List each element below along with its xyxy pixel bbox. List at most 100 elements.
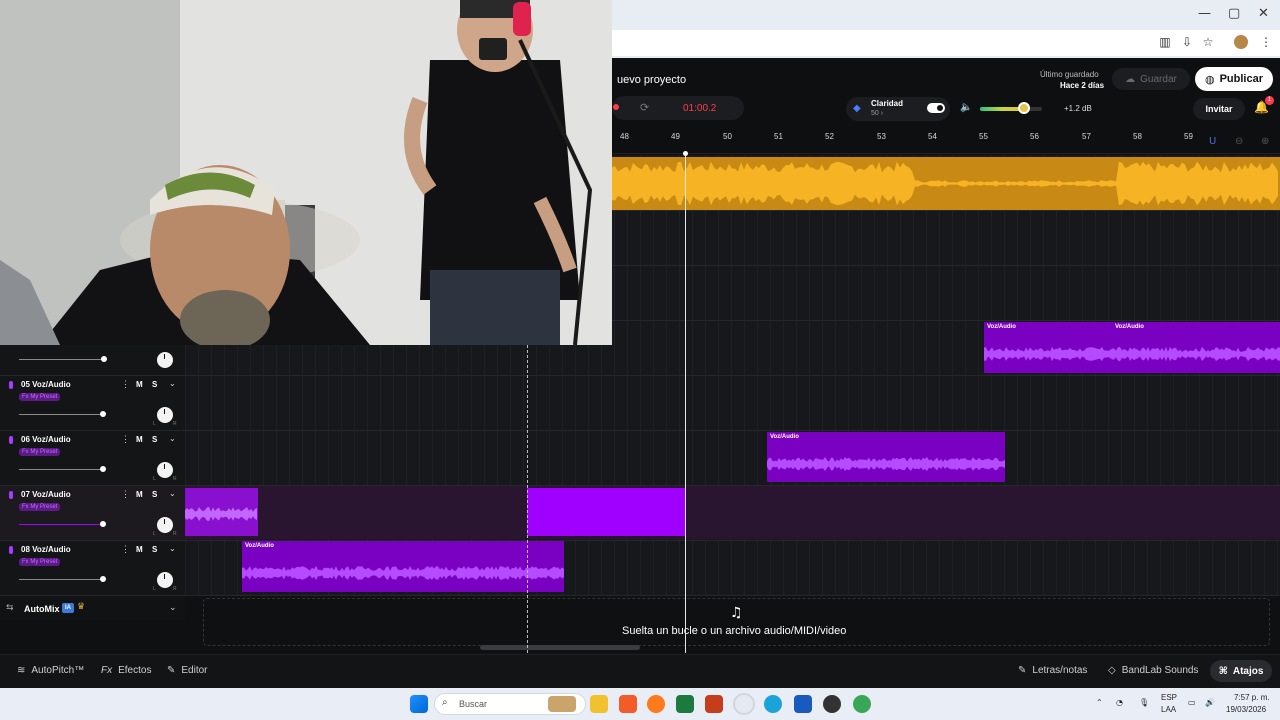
microphone-icon[interactable]: 🎙 <box>1139 698 1149 707</box>
mute-button[interactable]: M <box>136 380 143 389</box>
tray-app-icon[interactable]: ◔ <box>1116 698 1123 707</box>
shortcuts-button[interactable]: ⌘ Atajos <box>1210 660 1272 682</box>
track-header[interactable]: 07 Voz/Audio Fx My Preset ⋮ M S ⌄ L R <box>0 486 185 540</box>
fx-preset-badge[interactable]: Fx My Preset <box>19 393 61 401</box>
pan-knob[interactable] <box>157 517 173 533</box>
track-header[interactable]: 05 Voz/Audio Fx My Preset ⋮ M S ⌄ L R <box>0 376 185 430</box>
solo-button[interactable]: S <box>152 435 157 444</box>
horizontal-scrollbar[interactable] <box>480 645 640 650</box>
fader-knob[interactable] <box>100 576 106 582</box>
profile-avatar[interactable] <box>1234 35 1248 49</box>
volume-slider[interactable] <box>980 107 1042 111</box>
tray-chevron-icon[interactable]: ⌃ <box>1096 698 1103 707</box>
track-menu-icon[interactable]: ⋮ <box>121 489 130 500</box>
chevron-down-icon[interactable]: ⌄ <box>169 434 176 443</box>
chrome-profile-icon[interactable] <box>853 695 871 713</box>
clarity-toggle[interactable] <box>927 103 945 113</box>
effects-button[interactable]: Fx Efectos <box>101 665 151 676</box>
fader-knob[interactable] <box>101 356 107 362</box>
record-icon[interactable] <box>613 104 619 110</box>
sidebar-icon[interactable]: ▥ <box>1158 35 1172 49</box>
volume-icon[interactable]: 🔊 <box>1205 698 1215 707</box>
fader-knob[interactable] <box>100 521 106 527</box>
chevron-down-icon[interactable]: ⌄ <box>169 379 176 388</box>
install-icon[interactable]: ⇩ <box>1180 35 1194 49</box>
volume-knob[interactable] <box>1018 102 1030 114</box>
firefox-icon[interactable] <box>647 695 665 713</box>
close-window-button[interactable]: ✕ <box>1258 6 1269 21</box>
file-explorer-icon[interactable] <box>590 695 608 713</box>
track-name[interactable]: 06 Voz/Audio <box>21 435 71 444</box>
minimize-button[interactable]: — <box>1198 6 1211 21</box>
track-header[interactable] <box>0 345 185 375</box>
maximize-button[interactable]: ▢ <box>1228 6 1240 21</box>
clarity-value[interactable]: 50 › <box>871 110 883 117</box>
speaker-icon[interactable]: 🔈 <box>960 102 972 113</box>
volume-fader[interactable] <box>19 359 105 360</box>
solo-button[interactable]: S <box>152 545 157 554</box>
track-header[interactable]: 06 Voz/Audio Fx My Preset ⋮ M S ⌄ L R <box>0 431 185 485</box>
brave-icon[interactable] <box>619 695 637 713</box>
save-button[interactable]: ☁ Guardar <box>1112 68 1190 90</box>
sounds-button[interactable]: ◇ BandLab Sounds <box>1108 665 1198 676</box>
solo-button[interactable]: S <box>152 490 157 499</box>
track-name[interactable]: 08 Voz/Audio <box>21 545 71 554</box>
track-menu-icon[interactable]: ⋮ <box>121 544 130 555</box>
magnet-icon[interactable]: U <box>1209 136 1216 147</box>
pan-knob[interactable] <box>157 572 173 588</box>
mute-button[interactable]: M <box>136 545 143 554</box>
playhead-handle[interactable] <box>683 151 688 156</box>
volume-fader[interactable] <box>19 469 105 470</box>
publish-button[interactable]: ◍ Publicar <box>1195 67 1273 91</box>
volume-fader[interactable] <box>19 579 105 580</box>
chevron-down-icon[interactable]: ⌄ <box>169 544 176 553</box>
recording-clip[interactable] <box>527 488 685 536</box>
zoom-in-icon[interactable]: ⊕ <box>1261 136 1269 147</box>
fader-knob[interactable] <box>100 466 106 472</box>
language-top[interactable]: ESP <box>1161 693 1177 702</box>
track-name[interactable]: 05 Voz/Audio <box>21 380 71 389</box>
pan-knob[interactable] <box>157 407 173 423</box>
fx-preset-badge[interactable]: Fx My Preset <box>19 558 61 566</box>
fx-preset-badge[interactable]: Fx My Preset <box>19 448 61 456</box>
audio-clip[interactable] <box>185 488 258 536</box>
zoom-out-icon[interactable]: ⊖ <box>1235 136 1243 147</box>
star-icon[interactable]: ☆ <box>1201 35 1215 49</box>
chevron-down-icon[interactable]: ⌄ <box>169 489 176 498</box>
audio-clip[interactable]: Voz/Audio Voz/Audio <box>984 322 1280 373</box>
fx-preset-badge[interactable]: Fx My Preset <box>19 503 61 511</box>
track-menu-icon[interactable]: ⋮ <box>121 434 130 445</box>
playhead[interactable] <box>685 155 686 653</box>
editor-button[interactable]: ✎ Editor <box>167 665 208 676</box>
display-icon[interactable]: ▭ <box>1188 698 1196 707</box>
track-header[interactable]: 08 Voz/Audio Fx My Preset ⋮ M S ⌄ L R <box>0 541 185 595</box>
clock-date[interactable]: 19/03/2026 <box>1226 705 1266 714</box>
loop-icon[interactable]: ⟳ <box>640 101 649 114</box>
mute-button[interactable]: M <box>136 435 143 444</box>
audio-clip[interactable] <box>612 157 1280 210</box>
powerpoint-icon[interactable] <box>705 695 723 713</box>
project-title[interactable]: uevo proyecto <box>617 74 686 86</box>
audio-clip[interactable]: Voz/Audio <box>242 541 564 592</box>
track-name[interactable]: 07 Voz/Audio <box>21 490 71 499</box>
edge-icon[interactable] <box>764 695 782 713</box>
windows-start-icon[interactable] <box>410 695 428 713</box>
excel-icon[interactable] <box>676 695 694 713</box>
lyrics-button[interactable]: ✎ Letras/notas <box>1018 665 1087 676</box>
word-icon[interactable] <box>794 695 812 713</box>
track-menu-icon[interactable]: ⋮ <box>121 379 130 390</box>
mute-button[interactable]: M <box>136 490 143 499</box>
chevron-down-icon[interactable]: ⌄ <box>169 603 177 613</box>
audio-clip[interactable]: Voz/Audio <box>767 432 1005 482</box>
pan-knob[interactable] <box>157 352 173 368</box>
solo-button[interactable]: S <box>152 380 157 389</box>
invite-button[interactable]: Invitar <box>1193 98 1245 120</box>
language-bottom[interactable]: LAA <box>1161 705 1176 714</box>
volume-fader[interactable] <box>19 524 105 525</box>
kebab-menu-icon[interactable]: ⋮ <box>1259 35 1273 49</box>
loop-marker[interactable] <box>527 345 528 653</box>
pan-knob[interactable] <box>157 462 173 478</box>
fader-knob[interactable] <box>100 411 106 417</box>
timeline-ruler[interactable] <box>612 128 1280 154</box>
autopitch-button[interactable]: ≋ AutoPitch™ <box>17 665 84 676</box>
